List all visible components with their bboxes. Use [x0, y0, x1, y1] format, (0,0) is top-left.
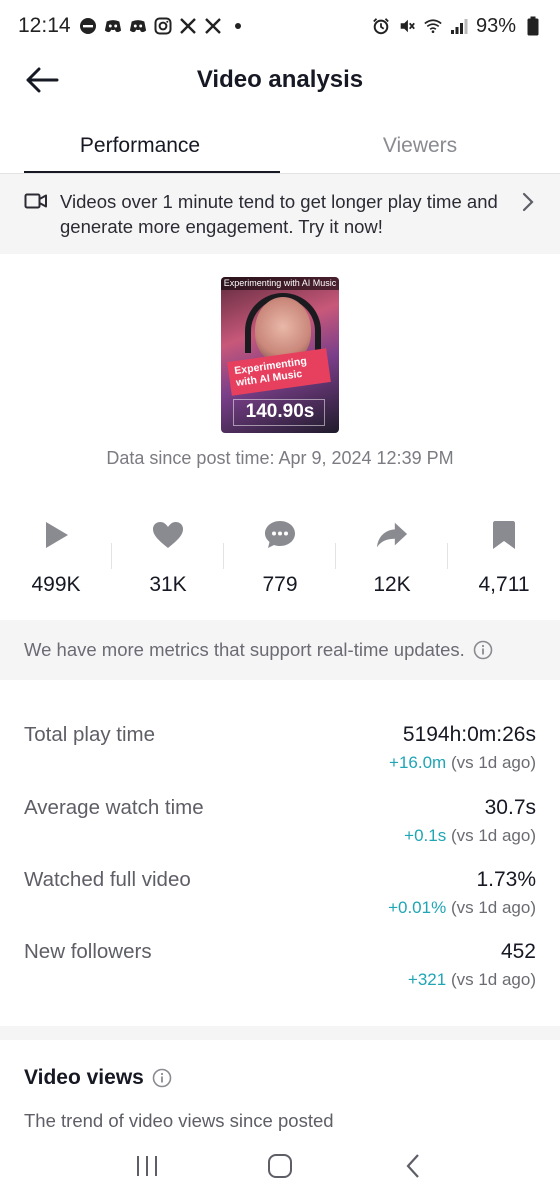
share-icon — [376, 519, 408, 551]
metric-delta-value: +16.0m — [389, 753, 447, 772]
video-duration: 140.90s — [245, 401, 315, 422]
stat-shares: 12K — [336, 515, 448, 605]
discord-icon — [104, 17, 122, 35]
thumbnail-top-text: Experimenting with AI Music — [221, 277, 339, 290]
video-camera-icon — [24, 193, 47, 209]
instagram-icon — [154, 17, 172, 35]
home-button[interactable] — [260, 1146, 300, 1186]
status-bar: 12:14 93% — [0, 0, 560, 52]
chevron-right-icon — [522, 192, 534, 212]
stat-saves-value: 4,711 — [478, 573, 530, 596]
realtime-note-text: We have more metrics that support real-t… — [24, 639, 465, 660]
video-views-subtitle: The trend of video views since posted — [24, 1110, 334, 1131]
metric-delta: +16.0m (vs 1d ago) — [389, 753, 536, 773]
alarm-icon — [372, 17, 390, 35]
arrow-left-icon — [26, 67, 59, 93]
tab-viewers-label: Viewers — [382, 134, 458, 157]
heart-icon — [152, 519, 184, 551]
realtime-metrics-note: We have more metrics that support real-t… — [0, 620, 560, 680]
system-nav-bar — [0, 1138, 560, 1194]
data-since-text: Data since post time: Apr 9, 2024 12:39 … — [106, 448, 454, 468]
tab-performance-label: Performance — [79, 134, 201, 157]
bookmark-icon — [488, 519, 520, 551]
chevron-left-icon — [406, 1154, 420, 1178]
play-icon — [40, 519, 72, 551]
metric-value: 30.7s — [484, 796, 536, 819]
dot-icon — [229, 17, 247, 35]
metric-label: Total play time — [24, 723, 156, 746]
status-time: 12:14 — [18, 14, 71, 37]
metric-delta-suffix: (vs 1d ago) — [450, 753, 536, 772]
recent-apps-icon — [136, 1156, 157, 1176]
video-thumbnail[interactable]: Experimenting with AI Music Experimentin… — [221, 277, 339, 433]
thumbnail-title-sticker: Experimenting with AI Music — [227, 348, 331, 396]
stat-views-value: 499K — [31, 573, 81, 596]
x-icon — [204, 17, 222, 35]
page-title: Video analysis — [196, 66, 364, 93]
status-right: 93% — [372, 15, 542, 38]
metric-delta-value: +0.01% — [388, 898, 447, 917]
stat-comments-value: 779 — [262, 573, 298, 596]
stat-saves: 4,711 — [448, 515, 560, 605]
metric-delta-suffix: (vs 1d ago) — [450, 898, 536, 917]
notification-icons — [79, 17, 247, 35]
metric-value: 5194h:0m:26s — [402, 723, 536, 746]
x-icon — [179, 17, 197, 35]
stat-likes: 31K — [112, 515, 224, 605]
mute-icon — [398, 17, 416, 35]
longer-video-banner[interactable]: Videos over 1 minute tend to get longer … — [0, 174, 560, 254]
stat-likes-value: 31K — [149, 573, 187, 596]
app-header: Video analysis — [0, 52, 560, 108]
tab-viewers[interactable]: Viewers — [280, 118, 560, 174]
metric-delta: +0.01% (vs 1d ago) — [388, 898, 536, 918]
do-not-disturb-icon — [79, 17, 97, 35]
video-views-heading: Video views — [24, 1066, 172, 1090]
battery-percent: 93% — [475, 14, 516, 37]
metric-label: Watched full video — [24, 868, 191, 891]
signal-icon — [450, 17, 468, 35]
metric-delta: +321 (vs 1d ago) — [408, 970, 536, 990]
metric-value: 1.73% — [476, 868, 536, 891]
banner-text: Videos over 1 minute tend to get longer … — [60, 191, 498, 237]
metric-label: New followers — [24, 940, 152, 963]
metric-label: Average watch time — [24, 796, 204, 819]
metric-delta: +0.1s (vs 1d ago) — [404, 826, 536, 846]
video-views-title: Video views — [24, 1066, 144, 1089]
stat-views: 499K — [0, 515, 112, 605]
wifi-icon — [424, 17, 442, 35]
recent-apps-button[interactable] — [127, 1146, 167, 1186]
info-icon[interactable] — [473, 640, 493, 660]
system-back-button[interactable] — [393, 1146, 433, 1186]
metric-delta-suffix: (vs 1d ago) — [450, 970, 536, 989]
tab-bar: Performance Viewers — [0, 118, 560, 174]
stat-comments: 779 — [224, 515, 336, 605]
metric-delta-value: +0.1s — [404, 826, 447, 845]
comment-icon — [264, 519, 296, 551]
home-icon — [267, 1154, 292, 1178]
metric-value: 452 — [500, 940, 536, 963]
metric-delta-value: +321 — [407, 970, 447, 989]
metric-delta-suffix: (vs 1d ago) — [450, 826, 536, 845]
tab-performance[interactable]: Performance — [0, 118, 280, 174]
engagement-stats: 499K 31K 779 12K 4,711 — [0, 515, 560, 605]
section-divider — [0, 1026, 560, 1040]
discord-icon — [129, 17, 147, 35]
battery-icon — [524, 16, 542, 36]
info-icon[interactable] — [152, 1068, 172, 1088]
stat-shares-value: 12K — [373, 573, 411, 596]
back-button[interactable] — [22, 62, 62, 98]
